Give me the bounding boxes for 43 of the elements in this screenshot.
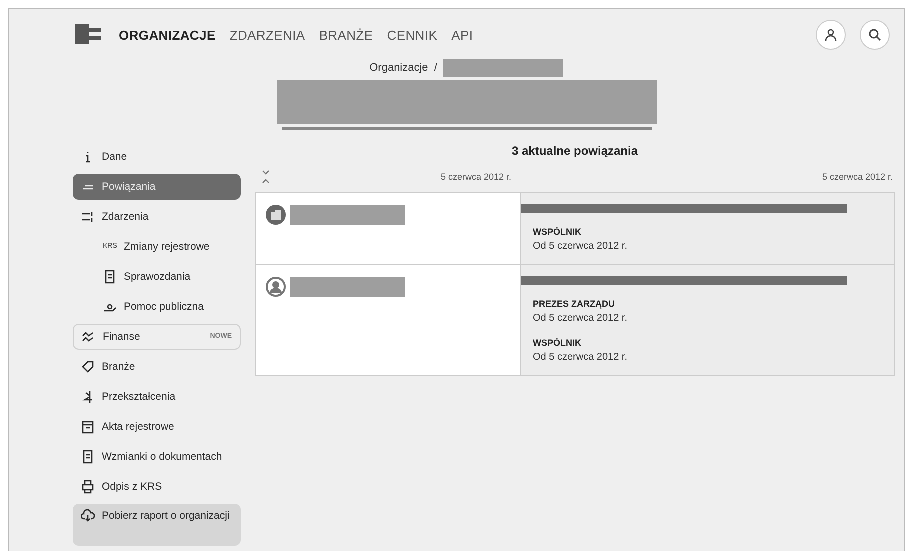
breadcrumb-link[interactable]: Organizacje [370,62,428,74]
trend-icon [82,330,96,344]
sidebar-item[interactable]: Akta rejestrowe [73,414,241,440]
sidebar-item[interactable]: Odpis z KRS [73,474,241,500]
account-button[interactable] [816,20,846,50]
sidebar-item[interactable]: Dane [73,144,241,170]
section-title: 3 aktualne powiązania [510,144,640,158]
sidebar-item[interactable]: Powiązania [73,174,241,200]
role-date: Od 5 czerwca 2012 r. [533,241,628,252]
nav-link[interactable]: ZDARZENIA [230,28,306,42]
collapse-toggle-icon[interactable] [261,168,271,186]
document-icon [81,450,95,464]
user-icon [266,277,286,297]
search-button[interactable] [860,20,890,50]
nav-link[interactable]: CENNIK [387,28,438,42]
sidebar-item[interactable]: Wzmianki o dokumentach [73,444,241,470]
printer-icon [81,480,95,494]
role-date: Od 5 czerwca 2012 r. [533,313,628,324]
sidebar-item[interactable]: Branże [73,354,241,380]
timeline-label: 5 czerwca 2012 r. [822,172,893,182]
timeline-label: 5 czerwca 2012 r. [441,172,512,182]
cloud-download-icon [81,509,95,523]
document-icon [103,270,117,284]
sliders-icon [81,210,95,224]
role-name: PREZES ZARZĄDU [533,299,616,309]
user-icon [824,28,838,42]
tag-icon [81,360,95,374]
role-date: Od 5 czerwca 2012 r. [533,352,628,363]
archive-icon [81,420,95,434]
sidebar-item[interactable]: Przekształcenia [73,384,241,410]
role-name: WSPÓLNIK [533,227,582,237]
sidebar-item[interactable]: Pobierz raport o organizacji [73,504,241,546]
nav-link[interactable]: API [452,28,474,42]
building-icon [266,205,286,225]
nav-link[interactable]: ORGANIZACJE [119,28,216,42]
sidebar-item[interactable]: Sprawozdania [73,264,241,290]
search-icon [868,28,882,42]
sidebar-item[interactable]: Pomoc publiczna [73,294,241,320]
nav-link[interactable]: BRANŻE [319,28,374,42]
breadcrumb-separator: / [434,62,438,74]
split-icon [81,390,95,404]
sidebar-item[interactable]: Zdarzenia [73,204,241,230]
role-name: WSPÓLNIK [533,338,582,348]
